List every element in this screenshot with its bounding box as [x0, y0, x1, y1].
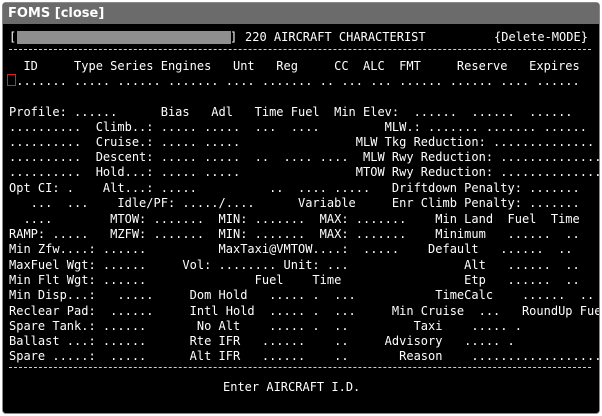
form-line[interactable]: .... MTOW: ....... MIN: ....... MAX: ...… — [9, 212, 579, 226]
column-headers: ID Type Series Engines Unt Reg CC ALC FM… — [9, 59, 580, 73]
terminal-screen[interactable]: [ ] 220 AIRCRAFT CHARACTERIST {Delete-MO… — [3, 24, 599, 413]
column-value-fields[interactable]: ....... ..... ...... ....... .... ......… — [9, 74, 580, 88]
form-line[interactable]: .......... Descent: ..... ..... .. .... … — [9, 150, 599, 164]
form-line[interactable]: ... ... Idle/PF: ...../.... Variable Enr… — [9, 196, 580, 210]
window-title[interactable]: FOMS [close] — [3, 3, 599, 24]
form-line[interactable]: RAMP: ..... MZFW: ....... MIN: ....... M… — [9, 227, 580, 241]
redacted-field — [17, 31, 231, 44]
form-line[interactable]: .......... Hold...: ..... ..... MTOW Rwy… — [9, 165, 599, 179]
form-line[interactable]: .......... Climb..: ..... ..... ... ....… — [9, 120, 587, 134]
form-line[interactable]: Opt CI: . Alt...: ..... .. .... ..... Dr… — [9, 181, 580, 195]
form-line[interactable]: Min Disp...: ..... Dom Hold ..... . ... … — [9, 288, 594, 302]
bottom-separator — [9, 367, 591, 368]
footer-prompt: Enter AIRCRAFT I.D. — [223, 380, 361, 394]
form-line[interactable]: Spare .....: ..... Alt IFR ...... .. Rea… — [9, 349, 599, 363]
screen-title: 220 AIRCRAFT CHARACTERIST — [245, 30, 426, 44]
form-line[interactable]: Reclear Pad: ...... Intl Hold ..... . ..… — [9, 304, 599, 318]
form-line[interactable]: Spare Tank.: ...... No Alt ..... . .. Ta… — [9, 319, 522, 333]
form-line[interactable]: Profile: ...... Bias Adl Time Fuel Min E… — [9, 105, 573, 119]
form-line[interactable]: Ballast ...: ...... Rte IFR ...... .. Ad… — [9, 334, 515, 348]
top-separator — [9, 49, 591, 50]
form-line[interactable]: Min Zfw....: ...... MaxTaxi@VMTOW....: .… — [9, 242, 573, 256]
foms-window: FOMS [close] [ ] 220 AIRCRAFT CHARACTERI… — [2, 2, 600, 414]
header-open-bracket: [ — [9, 30, 17, 44]
form-line[interactable]: .......... Cruise.: ..... ..... MLW Tkg … — [9, 135, 594, 149]
form-line[interactable]: Min Flt Wgt: ...... Fuel Time Etp ......… — [9, 273, 580, 287]
form-line[interactable]: MaxFuel Wgt: ...... Vol: ........ Unit: … — [9, 258, 580, 272]
header-close-bracket: ] — [230, 30, 238, 44]
mode-indicator: {Delete-MODE} — [494, 30, 588, 44]
